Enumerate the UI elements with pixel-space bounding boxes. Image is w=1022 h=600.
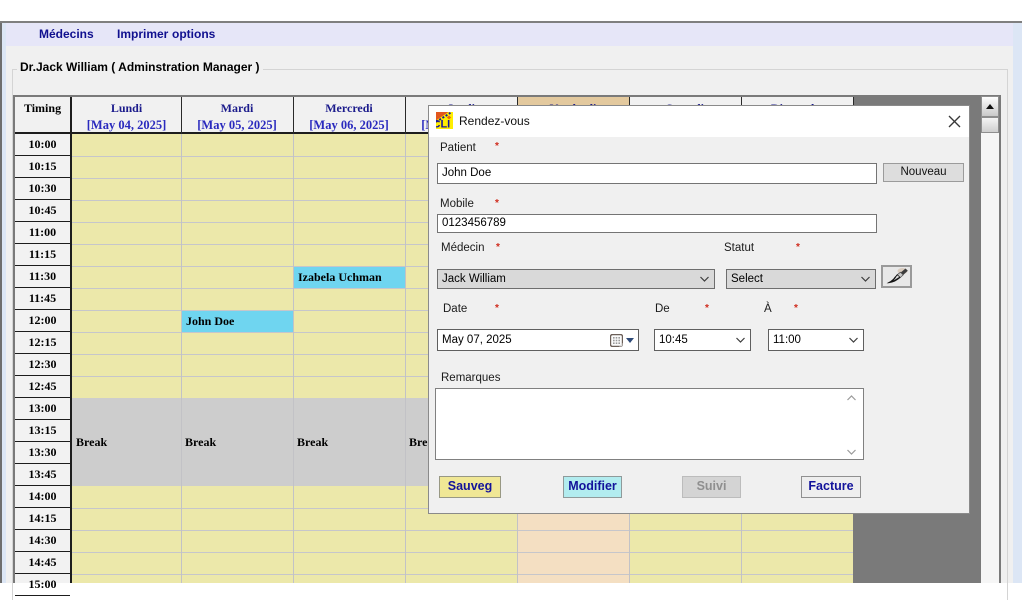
svg-text:CLI: CLI (436, 119, 450, 130)
